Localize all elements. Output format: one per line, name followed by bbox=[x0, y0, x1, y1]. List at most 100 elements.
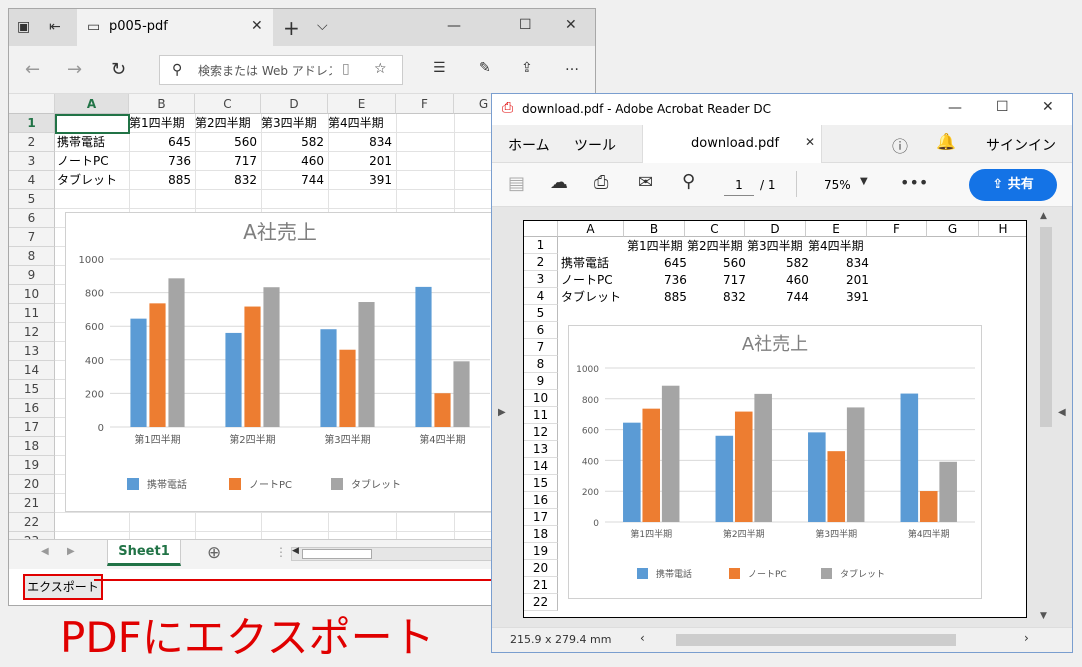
cell-d2[interactable]: 582 bbox=[261, 133, 328, 152]
cell-b1[interactable]: 第1四半期 bbox=[129, 114, 185, 133]
tab-list-chevron-icon[interactable]: ⌵ bbox=[317, 18, 328, 34]
page-number-input[interactable]: 1 bbox=[724, 174, 754, 196]
cell-b3[interactable]: 736 bbox=[129, 152, 195, 171]
row-header[interactable]: 7 bbox=[9, 228, 55, 247]
col-header-f[interactable]: F bbox=[396, 94, 454, 114]
cell-e3[interactable]: 201 bbox=[328, 152, 396, 171]
reading-view-icon[interactable]: ▯ bbox=[342, 61, 350, 77]
maximize-icon[interactable]: ☐ bbox=[519, 17, 532, 33]
favorites-hub-icon[interactable]: ☰ bbox=[433, 60, 446, 76]
scroll-down-icon[interactable]: ▼ bbox=[1040, 611, 1047, 621]
cell-c3[interactable]: 717 bbox=[195, 152, 261, 171]
splitter-handle-icon[interactable]: ⋮ bbox=[275, 545, 287, 559]
more-tools-icon[interactable]: ••• bbox=[900, 173, 928, 192]
more-menu-button[interactable]: … bbox=[565, 58, 579, 74]
row-header[interactable]: 18 bbox=[9, 437, 55, 456]
row-header[interactable]: 10 bbox=[9, 285, 55, 304]
row-header[interactable]: 6 bbox=[9, 209, 55, 228]
row-header[interactable]: 22 bbox=[9, 513, 55, 532]
row-header[interactable]: 9 bbox=[9, 266, 55, 285]
sheet-tab-sheet1[interactable]: Sheet1 bbox=[107, 540, 181, 566]
scroll-up-icon[interactable]: ▲ bbox=[1040, 211, 1047, 221]
share-icon[interactable]: ⇪ bbox=[521, 60, 533, 76]
row-header[interactable]: 5 bbox=[9, 190, 55, 209]
cell-b2[interactable]: 645 bbox=[129, 133, 195, 152]
row-header[interactable]: 1 bbox=[9, 114, 55, 133]
acrobat-minimize-icon[interactable]: — bbox=[948, 100, 962, 116]
row-header[interactable]: 19 bbox=[9, 456, 55, 475]
doc-tab[interactable]: download.pdf ✕ bbox=[642, 125, 822, 163]
acrobat-close-icon[interactable]: ✕ bbox=[1042, 99, 1054, 115]
signin-link[interactable]: サインイン bbox=[986, 135, 1056, 155]
cell-e4[interactable]: 391 bbox=[328, 171, 396, 190]
cell-d1[interactable]: 第3四半期 bbox=[261, 114, 317, 133]
email-icon[interactable]: ✉ bbox=[638, 172, 653, 193]
menu-tools[interactable]: ツール bbox=[574, 135, 616, 155]
help-icon[interactable]: ⓘ bbox=[892, 133, 908, 157]
cell-b4[interactable]: 885 bbox=[129, 171, 195, 190]
scroll-left-icon[interactable]: ◀ bbox=[292, 546, 299, 556]
close-tab-icon[interactable]: ✕ bbox=[251, 18, 263, 34]
row-header[interactable]: 15 bbox=[9, 380, 55, 399]
scrollbar-thumb[interactable] bbox=[302, 549, 372, 559]
search-icon[interactable]: ⚲ bbox=[682, 171, 695, 192]
cell-a3[interactable]: ノートPC bbox=[57, 152, 109, 171]
address-bar[interactable]: ⚲ 検索または Web アドレスを入力 ▯ ☆ bbox=[159, 55, 403, 85]
row-header[interactable]: 3 bbox=[9, 152, 55, 171]
upload-cloud-icon[interactable]: ☁ bbox=[550, 172, 568, 193]
hscroll-right-icon[interactable]: › bbox=[1024, 631, 1029, 645]
acrobat-maximize-icon[interactable]: ☐ bbox=[996, 99, 1009, 115]
add-sheet-button[interactable]: ⊕ bbox=[207, 543, 221, 563]
row-header[interactable]: 13 bbox=[9, 342, 55, 361]
col-header-d[interactable]: D bbox=[261, 94, 328, 114]
print-icon[interactable]: ⎙ bbox=[594, 172, 608, 193]
zoom-value[interactable]: 75% bbox=[824, 178, 851, 192]
doc-tab-close-icon[interactable]: ✕ bbox=[805, 135, 815, 149]
set-aside-icon[interactable]: ⇤ bbox=[49, 19, 61, 35]
row-header[interactable]: 21 bbox=[9, 494, 55, 513]
active-cell-a1[interactable] bbox=[55, 114, 130, 134]
new-tab-button[interactable]: + bbox=[283, 16, 300, 40]
cell-c1[interactable]: 第2四半期 bbox=[195, 114, 251, 133]
tab-preview-icon[interactable]: ▣ bbox=[17, 19, 30, 35]
share-button[interactable]: ⇪ 共有 bbox=[969, 169, 1057, 201]
browser-tab[interactable]: ▭ p005-pdf ✕ bbox=[77, 9, 273, 46]
vertical-scrollbar-thumb[interactable] bbox=[1040, 227, 1052, 427]
cell-d4[interactable]: 744 bbox=[261, 171, 328, 190]
forward-icon[interactable]: → bbox=[67, 59, 82, 80]
row-header[interactable]: 16 bbox=[9, 399, 55, 418]
col-header-c[interactable]: C bbox=[195, 94, 261, 114]
hscroll-left-icon[interactable]: ‹ bbox=[640, 631, 645, 645]
cell-a2[interactable]: 携帯電話 bbox=[57, 133, 105, 152]
col-header-a[interactable]: A bbox=[55, 94, 129, 114]
notification-bell-icon[interactable]: 🔔 bbox=[936, 132, 956, 151]
menu-home[interactable]: ホーム bbox=[508, 135, 550, 155]
cell-d3[interactable]: 460 bbox=[261, 152, 328, 171]
row-header[interactable]: 12 bbox=[9, 323, 55, 342]
cell-c4[interactable]: 832 bbox=[195, 171, 261, 190]
cell-e1[interactable]: 第4四半期 bbox=[328, 114, 384, 133]
cell-a4[interactable]: タブレット bbox=[57, 171, 117, 190]
col-header-e[interactable]: E bbox=[328, 94, 396, 114]
cell-c2[interactable]: 560 bbox=[195, 133, 261, 152]
col-header-b[interactable]: B bbox=[129, 94, 195, 114]
save-icon[interactable]: ▤ bbox=[508, 173, 525, 194]
left-panel-toggle-icon[interactable]: ▶ bbox=[498, 407, 506, 418]
notes-pen-icon[interactable]: ✎ bbox=[479, 60, 491, 76]
row-header[interactable]: 2 bbox=[9, 133, 55, 152]
excel-chart[interactable]: A社売上 0 200 400 600 800 1000 第1四半期 第2四半期 第3四半期 第4四半… bbox=[65, 212, 495, 512]
favorite-star-icon[interactable]: ☆ bbox=[374, 61, 387, 77]
refresh-icon[interactable]: ↻ bbox=[111, 59, 126, 80]
row-header[interactable]: 14 bbox=[9, 361, 55, 380]
hscroll-thumb[interactable] bbox=[676, 634, 956, 646]
minimize-icon[interactable]: — bbox=[447, 18, 461, 34]
row-header[interactable]: 8 bbox=[9, 247, 55, 266]
select-all-corner[interactable] bbox=[9, 94, 55, 114]
row-header[interactable]: 11 bbox=[9, 304, 55, 323]
zoom-dropdown-icon[interactable]: ▼ bbox=[860, 176, 868, 187]
row-header[interactable]: 23 bbox=[9, 532, 55, 539]
row-header[interactable]: 4 bbox=[9, 171, 55, 190]
cell-e2[interactable]: 834 bbox=[328, 133, 396, 152]
row-header[interactable]: 20 bbox=[9, 475, 55, 494]
prev-sheet-icon[interactable]: ◀ bbox=[41, 546, 49, 557]
